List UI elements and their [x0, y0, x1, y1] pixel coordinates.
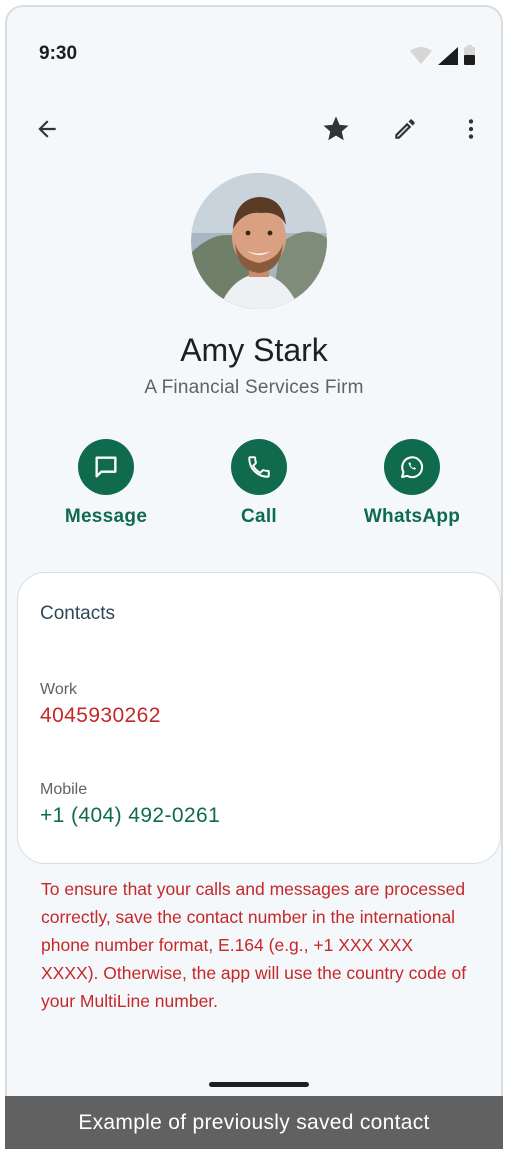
message-icon [95, 456, 117, 478]
call-action[interactable]: Call [199, 439, 319, 528]
format-warning-note: To ensure that your calls and messages a… [41, 879, 467, 1011]
whatsapp-action[interactable]: WhatsApp [352, 439, 472, 528]
work-label: Work [40, 681, 78, 698]
message-action[interactable]: Message [46, 439, 166, 528]
whatsapp-action-button[interactable] [384, 439, 440, 495]
mobile-number[interactable]: +1 (404) 492-0261 [40, 804, 220, 828]
pencil-icon [395, 119, 415, 139]
contacts-card-title: Contacts [40, 603, 115, 624]
contact-name: Amy Stark [180, 332, 328, 368]
battery-icon [464, 45, 475, 65]
home-indicator[interactable] [209, 1082, 309, 1087]
star-icon [323, 116, 349, 141]
more-vert-icon [468, 119, 474, 139]
contacts-card: Contacts Work 4045930262 Mobile +1 (404)… [17, 572, 501, 864]
contact-company: A Financial Services Firm [144, 377, 364, 398]
work-number[interactable]: 4045930262 [40, 704, 161, 728]
phone-screen: 9:30 Amy Stark A Financial Services Firm… [5, 5, 503, 1147]
edit-button[interactable] [383, 107, 427, 151]
cellular-signal-icon [438, 47, 458, 65]
favorite-button[interactable] [314, 107, 358, 151]
wifi-icon [410, 47, 432, 64]
quick-actions: Message Call WhatsApp [7, 439, 501, 539]
avatar-photo [191, 173, 327, 309]
message-action-button[interactable] [78, 439, 134, 495]
more-options-button[interactable] [449, 107, 493, 151]
whatsapp-action-label: WhatsApp [363, 506, 461, 527]
call-action-button[interactable] [231, 439, 287, 495]
status-bar: 9:30 [7, 7, 501, 97]
app-bar [7, 107, 501, 151]
mobile-label: Mobile [40, 781, 88, 798]
whatsapp-icon [401, 456, 424, 479]
back-button[interactable] [25, 107, 69, 151]
call-action-label: Call [240, 506, 278, 527]
status-time: 9:30 [39, 43, 78, 64]
message-action-label: Message [64, 506, 148, 527]
image-caption: Example of previously saved contact [5, 1096, 503, 1149]
system-icons [410, 45, 475, 65]
back-arrow-icon [38, 120, 56, 138]
contact-avatar [191, 173, 327, 309]
phone-icon [248, 456, 270, 478]
